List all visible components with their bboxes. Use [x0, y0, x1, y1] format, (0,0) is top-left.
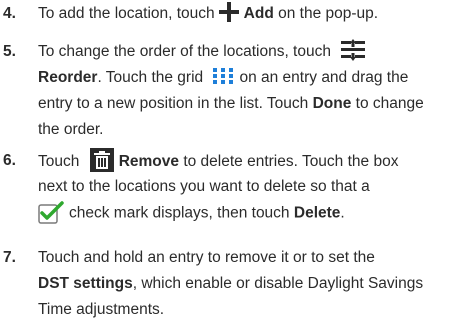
step-number: 6. [3, 152, 16, 169]
step-number: 5. [3, 43, 16, 60]
step-line: Touch and hold an entry to remove it or … [38, 249, 375, 266]
step-line: DST settings, which enable or disable Da… [38, 271, 470, 297]
text-run: To add the location, touch [38, 5, 215, 22]
text-run: on an entry and drag the [239, 69, 409, 86]
step-text: Touch and hold an entry to remove it or … [38, 245, 470, 323]
step-line: the order. [38, 121, 104, 138]
text-run: check mark displays, then touch [69, 204, 290, 222]
step-line: To add the location, touch Add on the pop… [38, 1, 470, 27]
step-text: To add the location, touch Add on the pop… [38, 1, 470, 27]
step-text: Touch Remove to delete entries. Touch th… [38, 148, 470, 226]
reorder-icon [341, 39, 366, 62]
text-run: to change [355, 95, 424, 112]
text-run: . Touch the grid [97, 69, 204, 86]
step-line: Time adjustments. [38, 301, 165, 318]
step-line: entry to a new position in the list. Tou… [38, 91, 470, 117]
reorder-label: Reorder [38, 69, 98, 86]
step-line: check mark displays, then touch Delete. [38, 200, 470, 226]
dst-settings-label: DST settings [38, 275, 133, 292]
step-text: To change the order of the locations, to… [38, 39, 470, 143]
step-line: next to the locations you want to delete… [38, 178, 370, 195]
text-run: entry to a new position in the list. Tou… [38, 95, 309, 112]
trash-icon [89, 148, 114, 172]
grid-handle-icon [213, 68, 234, 85]
step-number: 7. [3, 249, 16, 266]
step-line: Reorder. Touch the grid on an entry and … [38, 65, 470, 91]
plus-icon [218, 2, 239, 23]
checkbox-checked-icon [38, 201, 64, 224]
step-line: Touch Remove to delete entries. Touch th… [38, 148, 470, 174]
step-line: To change the order of the locations, to… [38, 39, 470, 65]
add-label: Add [243, 5, 274, 22]
text-run: on the pop-up. [278, 5, 379, 22]
text-run: To change the order of the locations, to… [38, 43, 331, 60]
text-run: . [340, 204, 345, 222]
remove-label: Remove [118, 153, 179, 171]
text-run: , which enable or disable Daylight Savin… [132, 275, 424, 292]
text-run: Touch [38, 153, 80, 171]
delete-label: Delete [293, 204, 341, 222]
step-number: 4. [3, 5, 16, 22]
manual-page: 4. To add the location, touch Add on the … [0, 0, 472, 329]
text-run: to delete entries. Touch the box [183, 153, 399, 171]
done-label: Done [312, 95, 352, 112]
